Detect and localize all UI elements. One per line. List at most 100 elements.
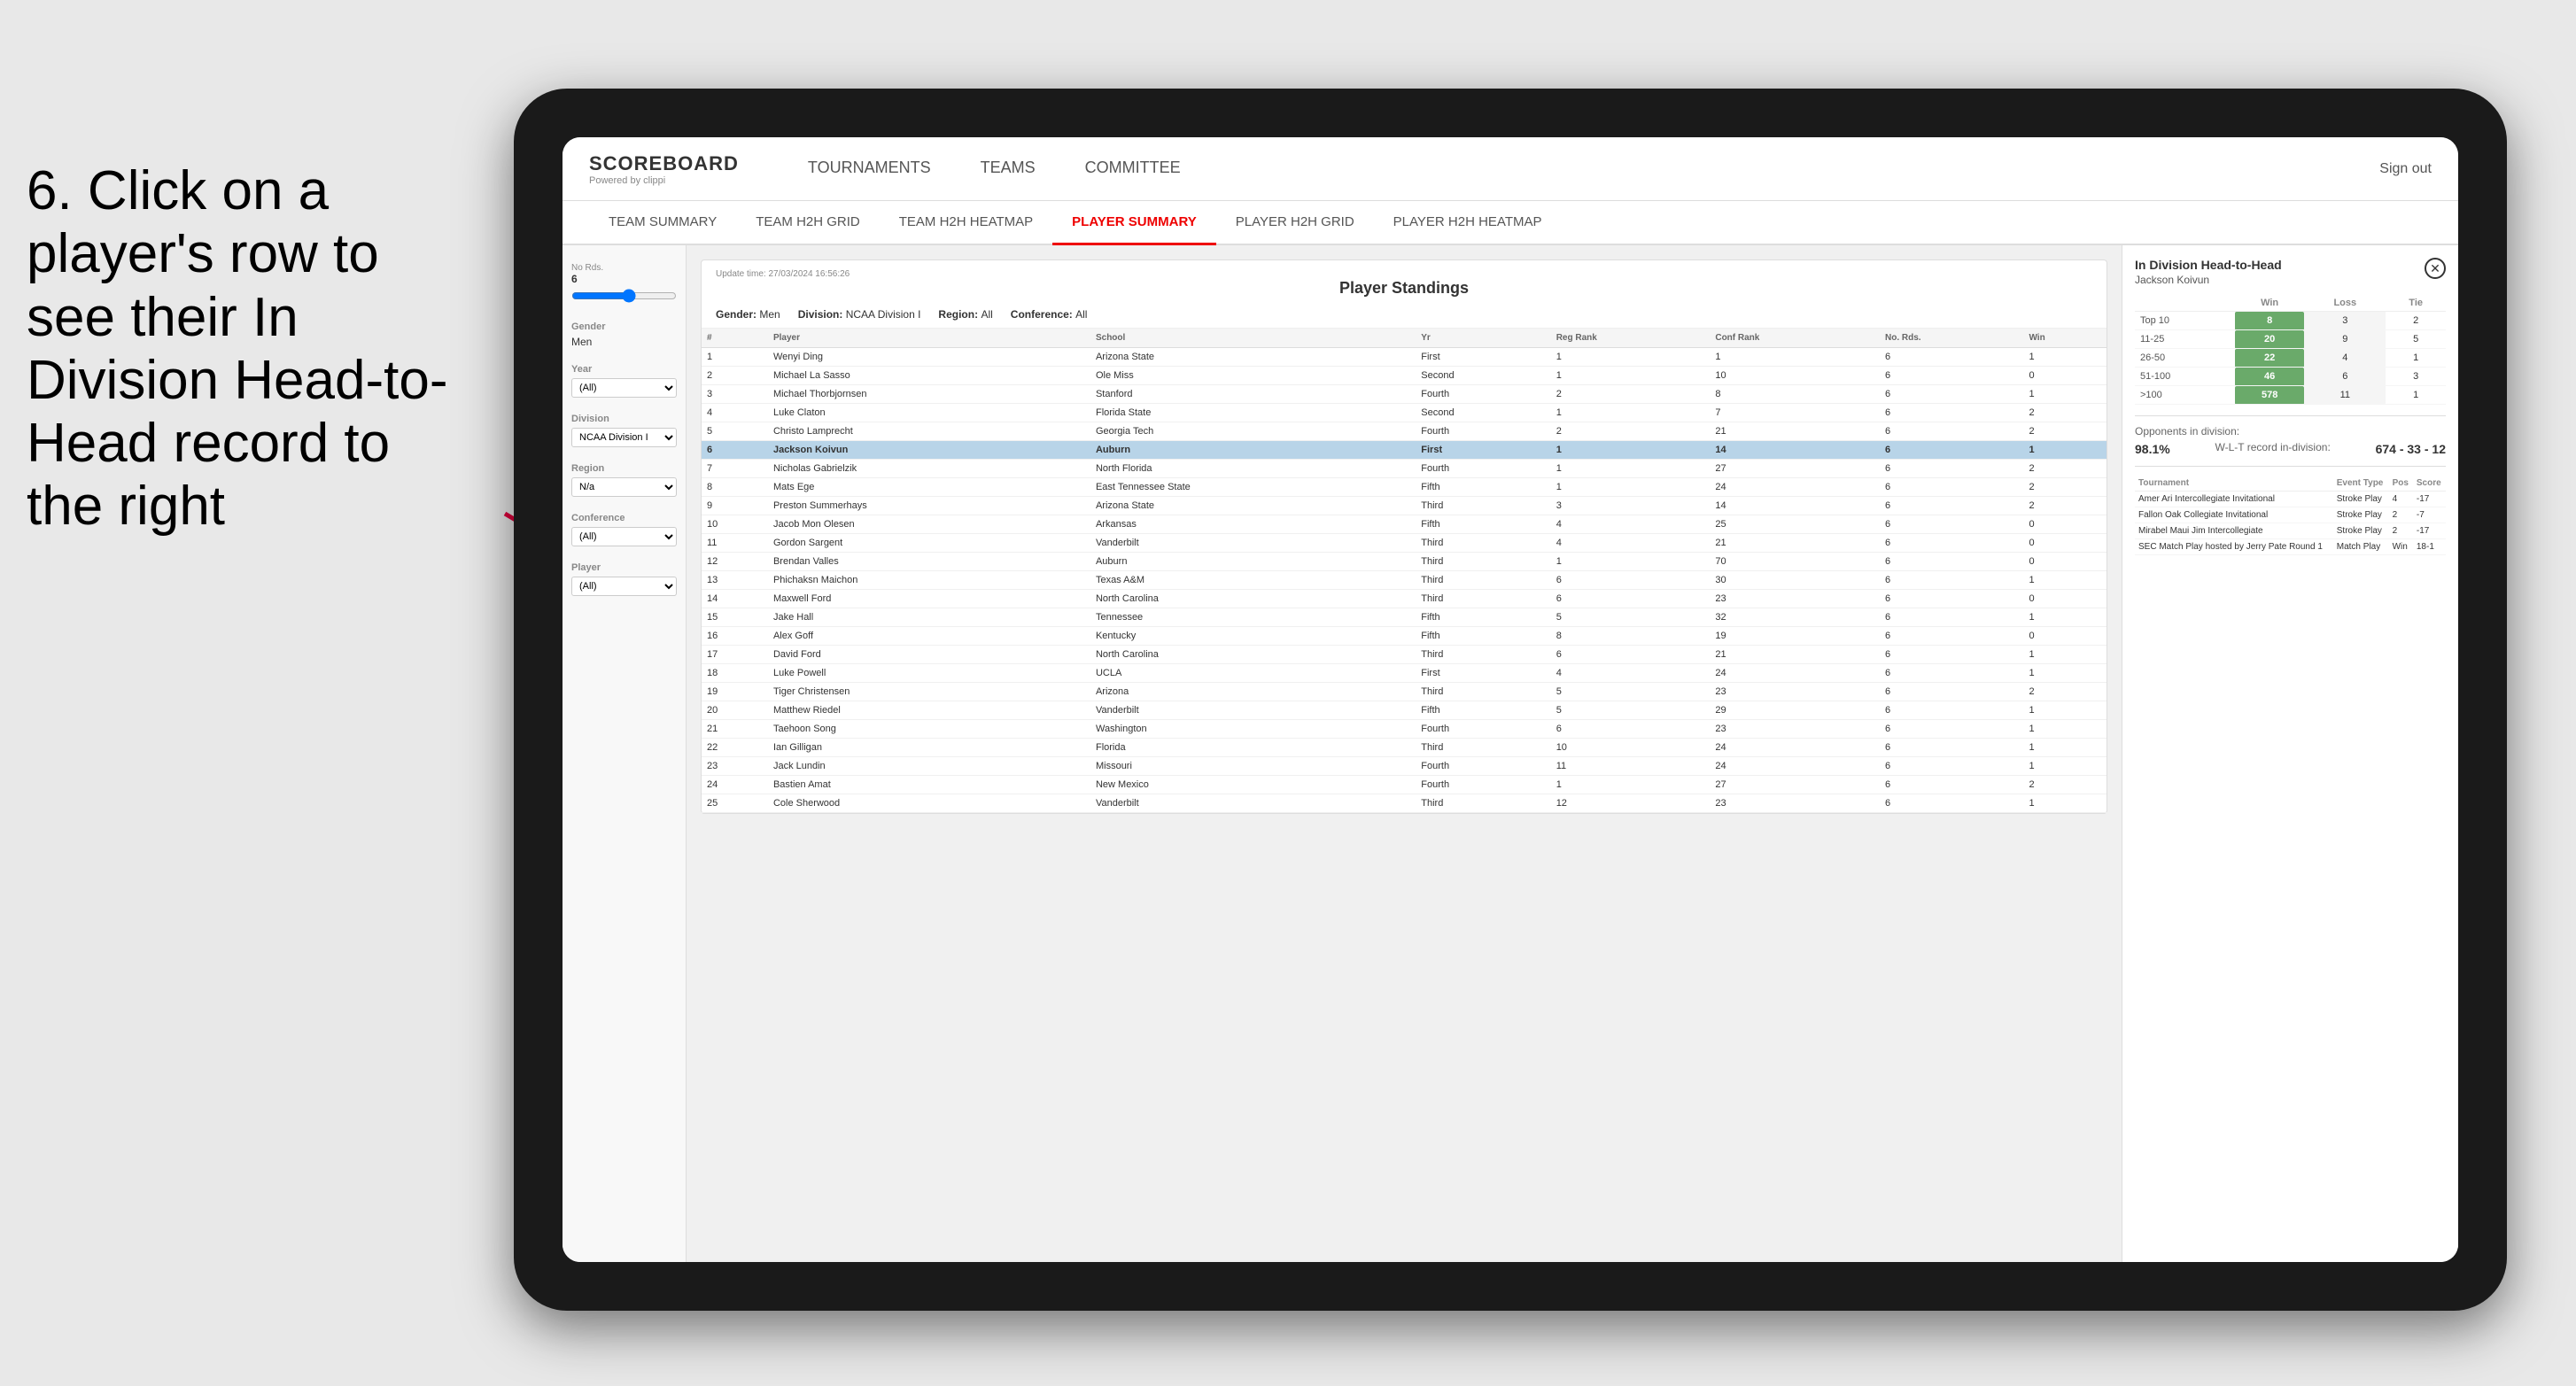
table-row[interactable]: 22 Ian Gilligan Florida Third 10 24 6 1 — [702, 739, 2107, 757]
cell-num: 8 — [702, 478, 768, 497]
cell-reg-rank: 1 — [1551, 441, 1711, 460]
table-row[interactable]: 1 Wenyi Ding Arizona State First 1 1 6 1 — [702, 348, 2107, 367]
tournament-row: Amer Ari Intercollegiate Invitational St… — [2135, 492, 2446, 507]
cell-win: 1 — [2023, 701, 2107, 720]
cell-yr: Second — [1416, 404, 1550, 422]
sub-tab-team-summary[interactable]: TEAM SUMMARY — [589, 201, 736, 245]
cell-player: Christo Lamprecht — [768, 422, 1090, 441]
tour-score: -17 — [2413, 492, 2446, 507]
table-row[interactable]: 13 Phichaksn Maichon Texas A&M Third 6 3… — [702, 571, 2107, 590]
table-row[interactable]: 19 Tiger Christensen Arizona Third 5 23 … — [702, 683, 2107, 701]
nav-tab-teams[interactable]: TEAMS — [956, 137, 1060, 201]
h2h-col-tie: Tie — [2386, 295, 2446, 312]
sidebar-division: Division NCAA Division I — [571, 414, 677, 447]
cell-num: 12 — [702, 553, 768, 571]
no-rds-slider[interactable] — [571, 289, 677, 303]
table-row[interactable]: 3 Michael Thorbjornsen Stanford Fourth 2… — [702, 385, 2107, 404]
cell-yr: Fourth — [1416, 385, 1550, 404]
cell-no-rds: 6 — [1880, 590, 2023, 608]
region-select[interactable]: N/a — [571, 477, 677, 497]
cell-win: 0 — [2023, 590, 2107, 608]
table-row[interactable]: 12 Brendan Valles Auburn Third 1 70 6 0 — [702, 553, 2107, 571]
h2h-range: Top 10 — [2135, 312, 2235, 330]
cell-yr: Fourth — [1416, 776, 1550, 794]
cell-yr: Third — [1416, 590, 1550, 608]
cell-yr: First — [1416, 348, 1550, 367]
h2h-tie: 5 — [2386, 330, 2446, 349]
logo: SCOREBOARD Powered by clippi — [589, 152, 739, 186]
sign-out-button[interactable]: Sign out — [2379, 161, 2432, 177]
cell-no-rds: 6 — [1880, 367, 2023, 385]
cell-school: Florida — [1090, 739, 1416, 757]
cell-win: 1 — [2023, 385, 2107, 404]
table-row[interactable]: 7 Nicholas Gabrielzik North Florida Four… — [702, 460, 2107, 478]
cell-num: 21 — [702, 720, 768, 739]
cell-school: Florida State — [1090, 404, 1416, 422]
cell-reg-rank: 6 — [1551, 571, 1711, 590]
cell-school: East Tennessee State — [1090, 478, 1416, 497]
table-row[interactable]: 24 Bastien Amat New Mexico Fourth 1 27 6… — [702, 776, 2107, 794]
player-select[interactable]: (All) — [571, 577, 677, 596]
h2h-close-button[interactable]: ✕ — [2425, 258, 2446, 279]
table-row[interactable]: 2 Michael La Sasso Ole Miss Second 1 10 … — [702, 367, 2107, 385]
sub-tab-player-h2h-grid[interactable]: PLAYER H2H GRID — [1216, 201, 1374, 245]
h2h-loss: 11 — [2304, 386, 2386, 405]
table-row[interactable]: 10 Jacob Mon Olesen Arkansas Fifth 4 25 … — [702, 515, 2107, 534]
cell-school: North Florida — [1090, 460, 1416, 478]
instruction-text: 6. Click on a player's row to see their … — [0, 159, 496, 538]
table-row[interactable]: 18 Luke Powell UCLA First 4 24 6 1 — [702, 664, 2107, 683]
year-label: Year — [571, 364, 677, 375]
table-row[interactable]: 5 Christo Lamprecht Georgia Tech Fourth … — [702, 422, 2107, 441]
table-row[interactable]: 15 Jake Hall Tennessee Fifth 5 32 6 1 — [702, 608, 2107, 627]
filter-region: Region: All — [938, 308, 992, 321]
table-row[interactable]: 17 David Ford North Carolina Third 6 21 … — [702, 646, 2107, 664]
tour-name: Fallon Oak Collegiate Invitational — [2135, 507, 2333, 523]
table-row[interactable]: 14 Maxwell Ford North Carolina Third 6 2… — [702, 590, 2107, 608]
h2h-range: 26-50 — [2135, 349, 2235, 368]
tour-col-event-type: Event Type — [2333, 476, 2389, 492]
cell-yr: Fourth — [1416, 460, 1550, 478]
cell-num: 20 — [702, 701, 768, 720]
cell-player: Jackson Koivun — [768, 441, 1090, 460]
table-row[interactable]: 8 Mats Ege East Tennessee State Fifth 1 … — [702, 478, 2107, 497]
cell-player: Nicholas Gabrielzik — [768, 460, 1090, 478]
sub-tab-team-h2h-heatmap[interactable]: TEAM H2H HEATMAP — [880, 201, 1052, 245]
cell-conf-rank: 14 — [1710, 497, 1880, 515]
cell-win: 1 — [2023, 794, 2107, 813]
cell-num: 14 — [702, 590, 768, 608]
sidebar-no-rds: No Rds. 6 — [571, 263, 677, 306]
sub-tab-player-summary[interactable]: PLAYER SUMMARY — [1052, 201, 1216, 245]
cell-win: 2 — [2023, 460, 2107, 478]
table-row[interactable]: 11 Gordon Sargent Vanderbilt Third 4 21 … — [702, 534, 2107, 553]
nav-tab-committee[interactable]: COMMITTEE — [1060, 137, 1206, 201]
tournament-row: Mirabel Maui Jim Intercollegiate Stroke … — [2135, 523, 2446, 539]
table-row[interactable]: 4 Luke Claton Florida State Second 1 7 6… — [702, 404, 2107, 422]
cell-win: 1 — [2023, 608, 2107, 627]
col-win: Win — [2023, 329, 2107, 348]
cell-school: Tennessee — [1090, 608, 1416, 627]
sub-tab-player-h2h-heatmap[interactable]: PLAYER H2H HEATMAP — [1374, 201, 1562, 245]
cell-no-rds: 6 — [1880, 739, 2023, 757]
table-row[interactable]: 6 Jackson Koivun Auburn First 1 14 6 1 — [702, 441, 2107, 460]
cell-no-rds: 6 — [1880, 701, 2023, 720]
cell-school: Ole Miss — [1090, 367, 1416, 385]
table-row[interactable]: 25 Cole Sherwood Vanderbilt Third 12 23 … — [702, 794, 2107, 813]
cell-conf-rank: 23 — [1710, 590, 1880, 608]
cell-no-rds: 6 — [1880, 348, 2023, 367]
standings-title: Player Standings — [716, 279, 2092, 298]
cell-school: New Mexico — [1090, 776, 1416, 794]
cell-win: 0 — [2023, 553, 2107, 571]
year-select[interactable]: (All) — [571, 378, 677, 398]
cell-num: 4 — [702, 404, 768, 422]
table-row[interactable]: 21 Taehoon Song Washington Fourth 6 23 6… — [702, 720, 2107, 739]
table-row[interactable]: 23 Jack Lundin Missouri Fourth 11 24 6 1 — [702, 757, 2107, 776]
sub-tab-team-h2h-grid[interactable]: TEAM H2H GRID — [736, 201, 880, 245]
nav-tab-tournaments[interactable]: TOURNAMENTS — [783, 137, 956, 201]
conference-select[interactable]: (All) — [571, 527, 677, 546]
cell-reg-rank: 1 — [1551, 478, 1711, 497]
table-row[interactable]: 16 Alex Goff Kentucky Fifth 8 19 6 0 — [702, 627, 2107, 646]
table-row[interactable]: 9 Preston Summerhays Arizona State Third… — [702, 497, 2107, 515]
table-row[interactable]: 20 Matthew Riedel Vanderbilt Fifth 5 29 … — [702, 701, 2107, 720]
cell-player: Alex Goff — [768, 627, 1090, 646]
division-select[interactable]: NCAA Division I — [571, 428, 677, 447]
